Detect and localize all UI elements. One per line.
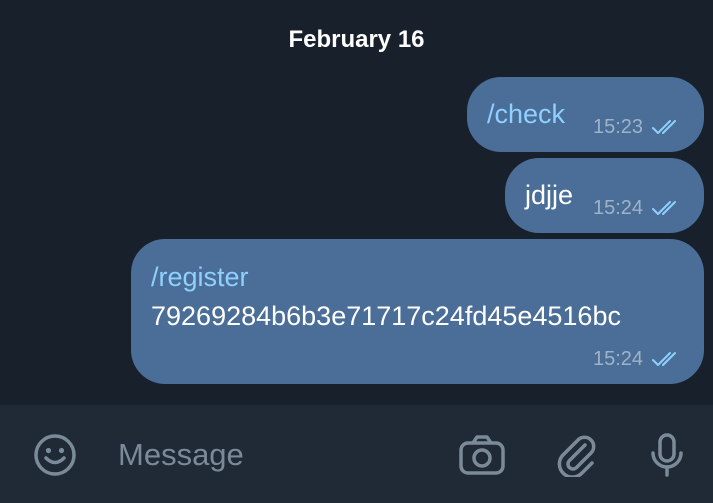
message-meta: 15:24 <box>593 347 683 371</box>
voice-message-button[interactable] <box>645 433 689 477</box>
emoji-icon <box>33 433 77 477</box>
bot-command-link[interactable]: /register <box>151 260 249 294</box>
message-time: 15:24 <box>593 348 644 370</box>
double-check-icon <box>651 349 683 369</box>
attach-button[interactable] <box>555 433 599 477</box>
camera-icon <box>458 433 506 477</box>
message-time: 15:23 <box>593 116 644 138</box>
emoji-button[interactable] <box>33 433 77 477</box>
bot-command-link[interactable]: /check <box>487 97 565 131</box>
message-meta: 15:23 <box>593 115 683 139</box>
date-separator: February 16 <box>288 26 425 53</box>
microphone-icon <box>645 433 689 477</box>
message-input-bar <box>0 405 713 503</box>
outgoing-message-bubble[interactable]: jdjje 15:24 <box>505 158 704 233</box>
message-input[interactable] <box>118 435 418 475</box>
paperclip-icon <box>555 433 599 477</box>
camera-button[interactable] <box>458 433 506 477</box>
double-check-icon <box>651 198 683 218</box>
message-text: jdjje <box>525 180 574 210</box>
message-text: 79269284b6b3e71717c24fd45e4516bc <box>151 301 621 331</box>
message-time: 15:24 <box>593 197 644 219</box>
double-check-icon <box>651 117 683 137</box>
message-meta: 15:24 <box>593 196 683 220</box>
outgoing-message-bubble[interactable]: /register 79269284b6b3e71717c24fd45e4516… <box>131 239 704 384</box>
outgoing-message-bubble[interactable]: /check 15:23 <box>467 77 704 152</box>
chat-area[interactable]: February 16 /check 15:23 jdjje 15:24 /re… <box>0 0 713 405</box>
